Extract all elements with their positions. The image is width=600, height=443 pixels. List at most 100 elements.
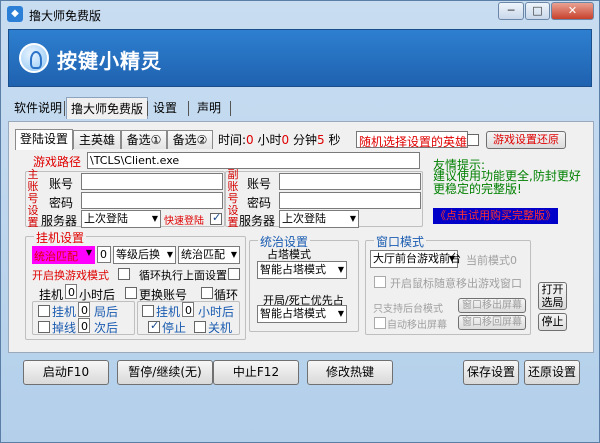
shutdown-label: 关机 xyxy=(208,321,233,335)
chevron-down-icon: ▼ xyxy=(337,265,344,274)
change-account-checkbox[interactable] xyxy=(125,287,137,299)
change-hotkey-button[interactable]: 修改热键 xyxy=(307,360,393,385)
banner-title: 按键小精灵 xyxy=(57,49,162,73)
title-bar[interactable]: ◆ 撸大师免费版 ─ □ ✕ xyxy=(1,1,599,27)
random-hero-label: 随机选择设置的英雄 xyxy=(359,135,468,149)
disconnect-label: 掉线 xyxy=(52,321,77,335)
menu-separator xyxy=(64,101,65,116)
app-icon: ◆ xyxy=(7,6,23,22)
shutdown-checkbox[interactable] xyxy=(194,321,206,333)
tab-login-settings[interactable]: 登陆设置 xyxy=(15,129,73,150)
chevron-down-icon: ▼ xyxy=(230,250,237,259)
tab-main-hero[interactable]: 主英雄 xyxy=(73,130,121,149)
auto-move-checkbox[interactable] xyxy=(374,276,386,288)
move-back-button[interactable]: 窗口移回屏幕 xyxy=(458,315,526,330)
loop-exec-label: 循环执行上面设置 xyxy=(139,269,227,282)
chevron-down-icon: ▼ xyxy=(448,254,455,263)
main-account-input[interactable] xyxy=(81,173,223,190)
chevron-down-icon: ▼ xyxy=(349,214,356,223)
hangup-mode-select[interactable]: 统治匹配 ▼ xyxy=(32,246,95,264)
level-mode-select[interactable]: 等级后换 ▼ xyxy=(113,246,176,264)
loop-exec-checkbox[interactable] xyxy=(228,268,240,280)
main-account-side-label: 主 账 号 设 置 xyxy=(27,168,39,229)
tips-text: 建议使用功能更全,防封更好更稳定的完整版! xyxy=(433,169,581,196)
timer-hours-unit: 小时 xyxy=(257,133,282,147)
timer-label: 时间: xyxy=(218,133,247,147)
backend-only-hint: 只支持后台模式 xyxy=(373,304,443,315)
open-game-mode-checkbox[interactable] xyxy=(118,268,130,280)
minimize-button[interactable]: ─ xyxy=(498,2,524,20)
game-path-label: 游戏路径 xyxy=(33,155,82,169)
app-banner: 按键小精灵 xyxy=(8,29,592,87)
sub-account-input[interactable] xyxy=(279,173,421,190)
front-mode-select[interactable]: 大厅前台游戏前台 ▼ xyxy=(370,250,461,268)
menu-separator xyxy=(230,101,231,116)
main-password-label: 密码 xyxy=(49,196,74,210)
hang-rounds-checkbox[interactable] xyxy=(38,305,50,317)
random-hero-checkbox[interactable] xyxy=(467,134,479,146)
buy-full-version-link[interactable]: 《点击试用购买完整版》 xyxy=(433,208,558,224)
tab-backup-2[interactable]: 备选② xyxy=(167,130,213,149)
auto-out-checkbox[interactable] xyxy=(374,317,386,329)
main-password-input[interactable] xyxy=(81,192,223,209)
move-out-button[interactable]: 窗口移出屏幕 xyxy=(458,298,526,313)
disconnect-after-label: 次后 xyxy=(94,321,119,335)
window-title: 撸大师免费版 xyxy=(29,9,102,23)
menu-separator xyxy=(147,101,148,116)
open-close-select[interactable]: 智能占塔模式 ▼ xyxy=(257,305,347,323)
tab-backup-1[interactable]: 备选① xyxy=(121,130,167,149)
start-button[interactable]: 启动F10 xyxy=(23,360,109,385)
hang-hours2-input[interactable]: 0 xyxy=(182,302,194,317)
chevron-down-icon: ▼ xyxy=(166,250,173,259)
hang-rounds-input[interactable]: 0 xyxy=(78,302,90,317)
stop-button[interactable]: 停止 xyxy=(538,313,567,331)
hang-hours2-checkbox[interactable] xyxy=(142,305,154,317)
menu-item-settings[interactable]: 设置 xyxy=(149,97,181,119)
loop-checkbox[interactable] xyxy=(201,287,213,299)
timer-display: 时间:0 小时0 分钟5 秒 xyxy=(218,131,341,148)
timer-seconds: 5 xyxy=(317,133,325,147)
menu-item-about[interactable]: 软件说明 xyxy=(10,97,66,119)
pause-resume-button[interactable]: 暂停/继续(无) xyxy=(117,360,213,385)
disconnect-checkbox[interactable] xyxy=(38,321,50,333)
hangup-group-title: 挂机设置 xyxy=(34,229,87,246)
sub-server-select[interactable]: 上次登陆 ▼ xyxy=(279,210,359,228)
menu-item-statement[interactable]: 声明 xyxy=(193,97,225,119)
quick-login-checkbox[interactable] xyxy=(210,211,222,225)
save-settings-button[interactable]: 保存设置 xyxy=(463,360,519,385)
tower-mode-select[interactable]: 智能占塔模式 ▼ xyxy=(257,261,347,279)
restore-settings-button[interactable]: 还原设置 xyxy=(524,360,580,385)
restore-game-settings-button[interactable]: 游戏设置还原 xyxy=(486,131,566,149)
stop-checkbox[interactable] xyxy=(148,319,160,333)
hang-hours-input[interactable]: 0 xyxy=(65,284,77,299)
game-path-input[interactable]: \TCLS\Client.exe xyxy=(87,152,420,169)
menu-bar: 软件说明 撸大师免费版 设置 声明 xyxy=(8,97,592,119)
main-server-label: 服务器 xyxy=(41,214,78,228)
tower-mode-label: 占塔模式 xyxy=(267,248,311,261)
quick-login-label: 快速登陆 xyxy=(164,216,204,227)
hang-hours2-label: 挂机 xyxy=(156,305,181,319)
sub-account-side-label: 副 账 号 设 置 xyxy=(227,168,239,229)
timer-minutes: 0 xyxy=(281,133,290,147)
hangup-mode2-select[interactable]: 统治匹配 ▼ xyxy=(178,246,240,264)
main-window: ◆ 撸大师免费版 ─ □ ✕ 按键小精灵 软件说明 撸大师免费版 设置 声明 登… xyxy=(0,0,600,443)
open-lobby-button[interactable]: 打开 选局 xyxy=(538,282,567,310)
maximize-button[interactable]: □ xyxy=(525,2,550,20)
hangup-count-input[interactable]: 0 xyxy=(97,246,111,263)
chevron-down-icon: ▼ xyxy=(85,248,92,257)
hang-rounds-label: 挂机 xyxy=(52,305,77,319)
timer-hours: 0 xyxy=(246,133,254,147)
auto-move-label: 开启鼠标随意移出游戏窗口 xyxy=(390,277,522,290)
sub-password-label: 密码 xyxy=(247,196,272,210)
auto-out-label: 自动移出屏幕 xyxy=(387,320,447,331)
menu-item-free-version[interactable]: 撸大师免费版 xyxy=(66,97,149,119)
disconnect-input[interactable]: 0 xyxy=(78,318,90,333)
timer-minutes-unit: 分钟 xyxy=(293,133,318,147)
random-hero-box[interactable]: 随机选择设置的英雄 xyxy=(356,131,468,149)
timer-seconds-unit: 秒 xyxy=(328,133,341,147)
abort-button[interactable]: 中止F12 xyxy=(213,360,299,385)
main-server-select[interactable]: 上次登陆 ▼ xyxy=(81,210,161,228)
close-button[interactable]: ✕ xyxy=(551,2,594,20)
sub-password-input[interactable] xyxy=(279,192,421,209)
hang-rounds-after-label: 局后 xyxy=(94,305,119,319)
